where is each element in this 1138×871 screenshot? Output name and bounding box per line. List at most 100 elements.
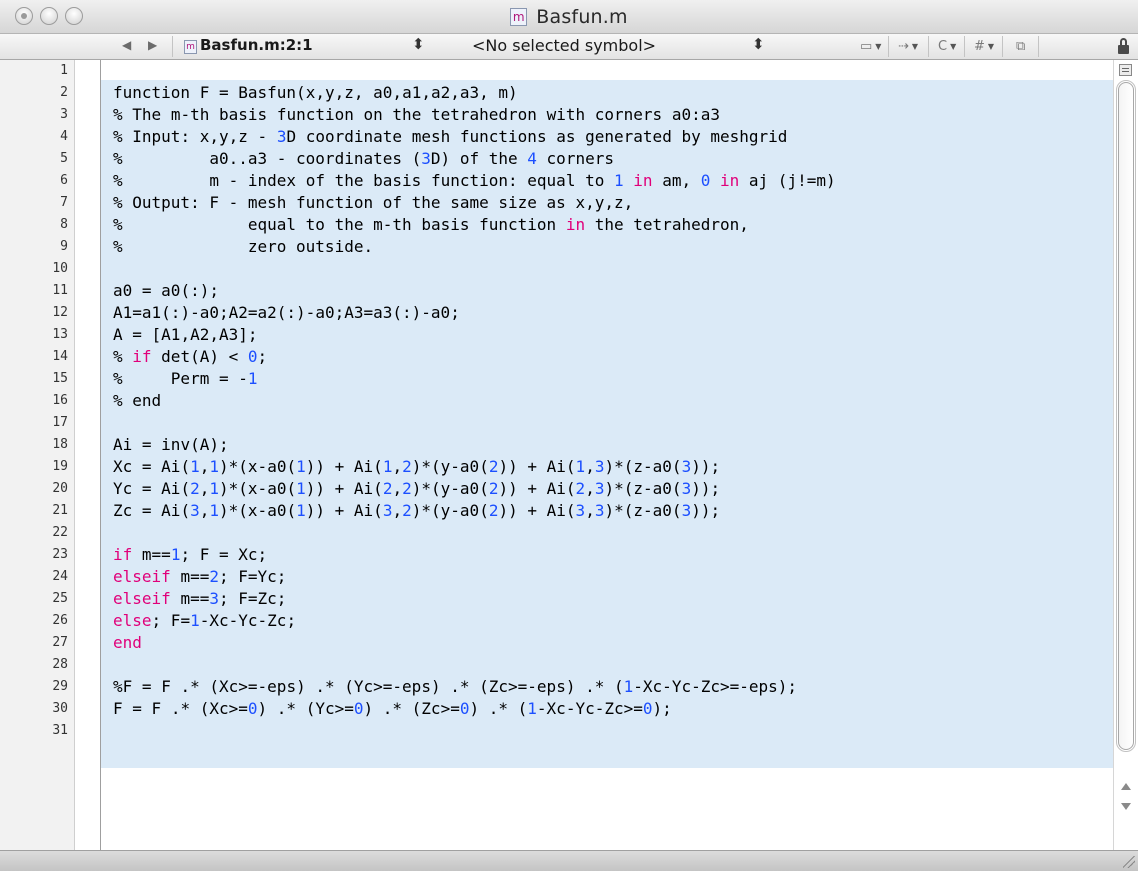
number-token: 2 xyxy=(402,501,412,520)
line-number: 22 xyxy=(52,525,68,540)
number-token: 3 xyxy=(594,501,605,520)
status-bar xyxy=(0,850,1138,871)
breakpoints-menu-button[interactable]: ⇢ ▼ xyxy=(898,37,918,55)
number-token: 1 xyxy=(614,171,624,190)
number-token: 3 xyxy=(190,501,200,520)
line-number: 18 xyxy=(52,437,68,452)
code-line: end xyxy=(113,632,142,654)
file-path-popup[interactable]: Basfun.m:2:1 xyxy=(200,36,313,54)
forward-arrow-icon[interactable]: ▶ xyxy=(148,38,157,52)
line-number: 24 xyxy=(52,569,68,584)
line-number: 27 xyxy=(52,635,68,650)
code-line: % zero outside. xyxy=(113,237,374,256)
number-token: 0 xyxy=(247,347,258,366)
number-token: 1 xyxy=(170,545,181,564)
line-number: 26 xyxy=(52,613,68,628)
number-token: 3 xyxy=(681,479,692,498)
number-token: 2 xyxy=(402,479,412,498)
symbol-popup-arrows-icon[interactable]: ⬍ xyxy=(752,35,765,53)
code-text-area[interactable]: function F = Basfun(x,y,z, a0,a1,a2,a3, … xyxy=(101,60,1113,850)
counterparts-button[interactable]: ⧉ xyxy=(1016,37,1025,55)
code-line: % if det(A) < 0; xyxy=(113,347,268,366)
number-token: 3 xyxy=(209,589,219,608)
number-token: 1 xyxy=(209,501,219,520)
line-number: 21 xyxy=(52,503,68,518)
number-token: 1 xyxy=(527,699,537,718)
code-line: % a0..a3 - coordinates (3D) of the 4 cor… xyxy=(113,149,614,168)
line-number: 17 xyxy=(52,415,68,430)
classes-icon: C xyxy=(938,38,948,54)
code-line: Ai = inv(A); xyxy=(113,435,229,454)
number-token: 3 xyxy=(575,501,586,520)
line-number: 29 xyxy=(52,679,68,694)
number-token: 2 xyxy=(402,457,412,476)
line-number: 28 xyxy=(52,657,68,672)
number-token: 1 xyxy=(209,479,219,498)
code-line: elseif m==2; F=Yc; xyxy=(113,567,287,586)
vertical-scrollbar[interactable] xyxy=(1113,60,1138,850)
editor-window: m Basfun.m ◀ ▶ m Basfun.m:2:1 ⬍ <No sele… xyxy=(0,0,1138,871)
keyword-token: else xyxy=(113,611,152,630)
title-bar: m Basfun.m xyxy=(0,0,1138,34)
scroll-track[interactable] xyxy=(1116,80,1136,752)
dropdown-arrow-icon: ▼ xyxy=(987,41,995,51)
scroll-down-arrow-icon[interactable] xyxy=(1121,803,1131,810)
scroll-thumb[interactable] xyxy=(1118,82,1134,750)
matlab-file-icon: m xyxy=(184,40,197,54)
code-line: % m - index of the basis function: equal… xyxy=(113,171,836,190)
bookmarks-menu-button[interactable]: ▭ ▼ xyxy=(860,37,881,55)
symbol-popup[interactable]: <No selected symbol> xyxy=(472,36,656,55)
number-token: 3 xyxy=(382,501,393,520)
code-line: % Output: F - mesh function of the same … xyxy=(113,193,634,212)
code-line: Xc = Ai(1,1)*(x-a0(1)) + Ai(1,2)*(y-a0(2… xyxy=(113,457,721,476)
navigation-bar: ◀ ▶ m Basfun.m:2:1 ⬍ <No selected symbol… xyxy=(0,34,1138,60)
path-popup-arrows-icon[interactable]: ⬍ xyxy=(412,35,425,53)
resize-grip-icon[interactable] xyxy=(1123,856,1135,868)
number-token: 2 xyxy=(575,479,586,498)
number-token: 2 xyxy=(488,479,499,498)
breakpoints-icon: ⇢ xyxy=(898,38,909,54)
line-number: 8 xyxy=(60,217,68,232)
number-token: 1 xyxy=(382,457,393,476)
line-number: 14 xyxy=(52,349,68,364)
number-token: 3 xyxy=(681,501,692,520)
counterparts-icon: ⧉ xyxy=(1016,38,1026,54)
split-view-icon[interactable] xyxy=(1119,64,1132,76)
keyword-token: if xyxy=(113,545,133,564)
line-number: 1 xyxy=(60,63,68,78)
code-line: F = F .* (Xc>=0) .* (Yc>=0) .* (Zc>=0) .… xyxy=(113,699,672,718)
classes-menu-button[interactable]: C ▼ xyxy=(938,37,956,55)
code-line: %F = F .* (Xc>=-eps) .* (Yc>=-eps) .* (Z… xyxy=(113,677,798,696)
number-token: 2 xyxy=(382,479,393,498)
line-number: 10 xyxy=(52,261,68,276)
divider xyxy=(1002,36,1003,57)
lock-icon[interactable] xyxy=(1118,38,1129,54)
line-number: 9 xyxy=(60,239,68,254)
dropdown-arrow-icon: ▼ xyxy=(911,41,919,51)
keyword-token: in xyxy=(633,171,653,190)
scroll-up-arrow-icon[interactable] xyxy=(1121,783,1131,790)
number-token: 1 xyxy=(247,369,258,388)
number-token: 1 xyxy=(296,479,306,498)
line-number: 31 xyxy=(52,723,68,738)
line-number: 15 xyxy=(52,371,68,386)
includes-menu-button[interactable]: # ▼ xyxy=(974,37,994,55)
breakpoint-gutter[interactable] xyxy=(75,60,101,850)
number-token: 3 xyxy=(681,457,692,476)
keyword-token: if xyxy=(132,347,152,366)
code-line: function F = Basfun(x,y,z, a0,a1,a2,a3, … xyxy=(113,83,518,102)
divider xyxy=(888,36,889,57)
line-number: 7 xyxy=(60,195,68,210)
window-title: Basfun.m xyxy=(536,5,628,28)
code-line: elseif m==3; F=Zc; xyxy=(113,589,287,608)
back-arrow-icon[interactable]: ◀ xyxy=(122,38,131,52)
includes-icon: # xyxy=(974,38,985,54)
divider xyxy=(964,36,965,57)
number-token: 2 xyxy=(190,479,200,498)
code-line: Yc = Ai(2,1)*(x-a0(1)) + Ai(2,2)*(y-a0(2… xyxy=(113,479,721,498)
code-line: A = [A1,A2,A3]; xyxy=(113,325,258,344)
keyword-token: elseif xyxy=(113,589,171,608)
line-number: 19 xyxy=(52,459,68,474)
code-line: % Perm = -1 xyxy=(113,369,258,388)
number-token: 2 xyxy=(488,501,499,520)
